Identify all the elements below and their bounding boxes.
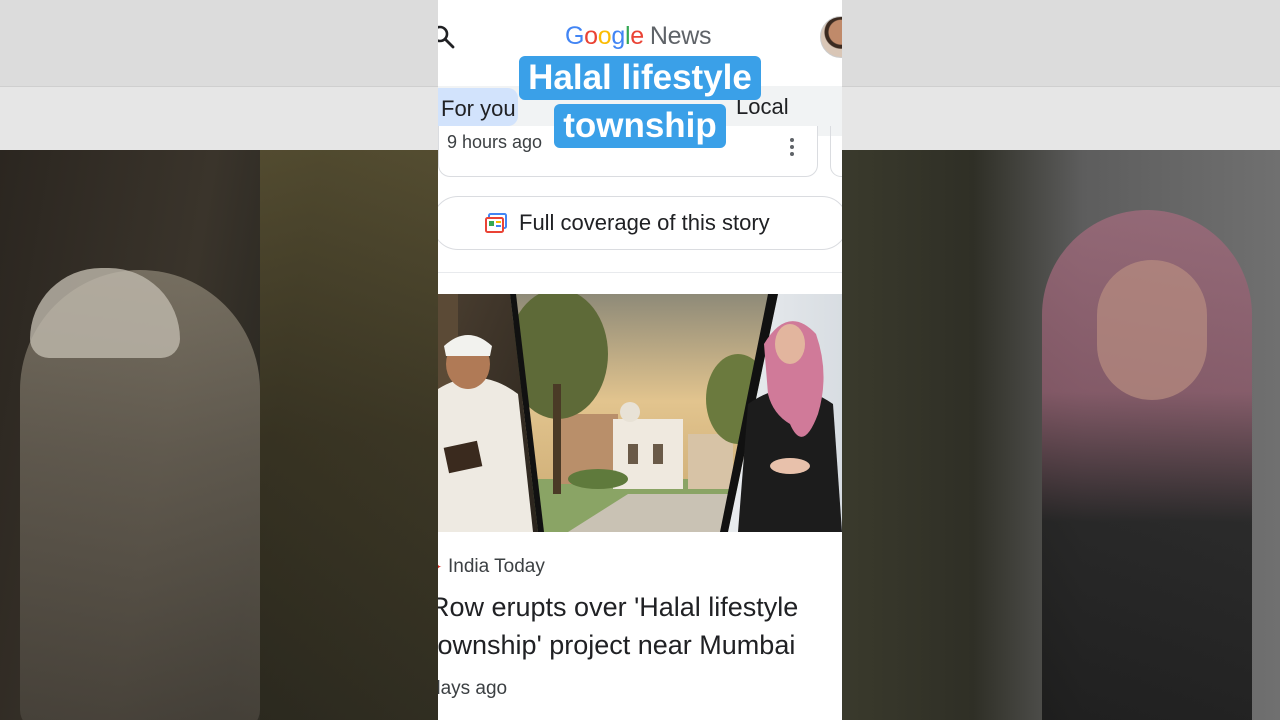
background-left-frame xyxy=(0,150,438,720)
logo-news-text: News xyxy=(649,22,712,50)
source-logo-icon: ✦ xyxy=(438,560,442,574)
section-divider xyxy=(438,272,842,273)
tab-for-you-label: For you xyxy=(441,96,516,121)
article-time: days ago xyxy=(438,678,508,699)
article-headline[interactable]: Row erupts over 'Halal lifestyle townshi… xyxy=(438,588,842,664)
story-time: 9 hours ago xyxy=(447,132,543,152)
full-coverage-icon xyxy=(485,213,507,233)
story-card[interactable]: 9 hours ago xyxy=(438,126,818,177)
account-avatar[interactable] xyxy=(820,16,842,58)
full-coverage-label: Full coverage of this story xyxy=(519,210,770,235)
full-coverage-button[interactable]: Full coverage of this story xyxy=(438,196,842,250)
tab-local[interactable]: Local xyxy=(736,94,789,120)
background-right-frame xyxy=(842,150,1280,720)
article-thumbnail[interactable] xyxy=(438,294,842,532)
tab-for-you[interactable]: For you xyxy=(438,88,518,126)
phone-screen: Google News For you Local 9 hours ago Ful… xyxy=(438,0,842,720)
next-story-card-peek[interactable] xyxy=(830,126,842,177)
google-news-logo: Google News xyxy=(565,22,712,50)
background-tree xyxy=(260,150,438,720)
background-face xyxy=(1097,260,1207,400)
more-options-icon[interactable] xyxy=(789,136,795,158)
search-icon[interactable] xyxy=(438,24,456,50)
article-source[interactable]: India Today xyxy=(448,556,545,578)
